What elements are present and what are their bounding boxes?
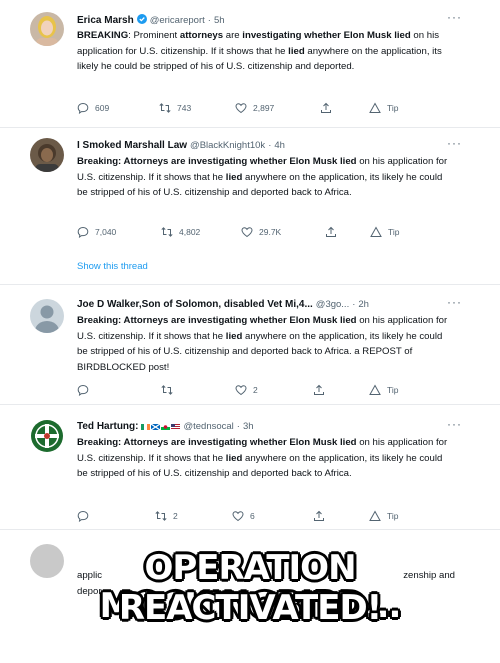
- like-count: 2: [253, 385, 258, 395]
- share-icon: [314, 510, 324, 521]
- avatar[interactable]: [30, 12, 64, 46]
- display-name[interactable]: Ted Hartung:: [77, 421, 138, 432]
- reply-icon: [77, 102, 89, 114]
- avatar[interactable]: [30, 419, 64, 453]
- share-icon: [321, 102, 331, 113]
- more-options-icon[interactable]: ···: [447, 295, 462, 309]
- more-options-icon[interactable]: ···: [447, 417, 462, 431]
- share-button[interactable]: [320, 102, 332, 114]
- tweet-text: Breaking: Attorneys are investigating wh…: [77, 315, 448, 373]
- reply-button[interactable]: 609: [77, 102, 109, 114]
- meme-caption-line-2: REACTIVATED!: [118, 588, 382, 628]
- like-count: 2,897: [253, 103, 275, 113]
- tweet-3[interactable]: Joe D Walker,Son of Solomon, disabled Ve…: [0, 285, 500, 405]
- heart-icon: [232, 511, 244, 522]
- tip-icon: [369, 510, 381, 521]
- display-name[interactable]: Joe D Walker,Son of Solomon, disabled Ve…: [77, 299, 313, 310]
- user-handle[interactable]: @BlackKnight10k: [190, 140, 265, 151]
- reply-icon: [77, 510, 89, 522]
- reply-count: 7,040: [95, 227, 117, 237]
- tip-label: Tip: [387, 103, 399, 113]
- like-button[interactable]: 29.7K: [241, 226, 281, 238]
- tip-button[interactable]: Tip: [369, 384, 399, 396]
- usa-flag-icon: [171, 423, 181, 430]
- retweet-count: 743: [177, 103, 192, 113]
- retweet-icon: [161, 227, 173, 237]
- retweet-icon: [155, 511, 167, 521]
- retweet-button[interactable]: 743: [159, 102, 191, 114]
- retweet-button[interactable]: 4,802: [161, 226, 200, 238]
- show-thread-link[interactable]: Show this thread: [77, 261, 148, 272]
- tweet-actions: 7,040 4,802 29.7K Tip: [77, 226, 407, 242]
- tip-label: Tip: [388, 227, 400, 237]
- reply-button[interactable]: [77, 384, 95, 396]
- verified-badge-icon: [136, 14, 147, 27]
- share-icon: [326, 226, 336, 237]
- tip-button[interactable]: Tip: [369, 510, 399, 522]
- like-count: 6: [250, 511, 255, 521]
- tip-icon: [369, 384, 381, 395]
- retweet-icon: [159, 103, 171, 113]
- share-icon: [314, 384, 324, 395]
- like-button[interactable]: 2,897: [235, 102, 274, 114]
- user-handle[interactable]: @ericareport: [150, 15, 205, 26]
- tip-icon: [369, 102, 381, 113]
- ireland-flag-icon: [141, 423, 151, 430]
- retweet-button[interactable]: [161, 384, 179, 396]
- tweet-1[interactable]: Erica Marsh @ericareport · 5h ··· BREAKI…: [0, 0, 500, 128]
- heart-icon: [235, 103, 247, 114]
- retweet-icon: [161, 385, 173, 395]
- separator-dot: ·: [352, 299, 356, 310]
- flag-emojis: [141, 423, 181, 430]
- scotland-flag-icon: [151, 423, 161, 430]
- reply-count: 609: [95, 103, 110, 113]
- like-button[interactable]: 2: [235, 384, 258, 396]
- reply-button[interactable]: 7,040: [77, 226, 116, 238]
- avatar[interactable]: [30, 299, 64, 333]
- display-name[interactable]: Erica Marsh: [77, 15, 134, 26]
- more-options-icon[interactable]: ···: [447, 136, 462, 150]
- retweet-count: 2: [173, 511, 178, 521]
- share-button[interactable]: [325, 226, 337, 238]
- tip-label: Tip: [387, 385, 399, 395]
- heart-icon: [241, 227, 253, 238]
- reply-icon: [77, 226, 89, 238]
- timestamp[interactable]: 5h: [214, 15, 225, 26]
- timestamp[interactable]: 3h: [243, 421, 254, 432]
- tweet-text: Breaking: Attorneys are investigating wh…: [77, 156, 448, 199]
- timestamp[interactable]: 2h: [358, 299, 369, 310]
- tip-button[interactable]: Tip: [369, 102, 399, 114]
- tweet-actions: 2 Tip: [77, 384, 407, 400]
- tweet-4[interactable]: Ted Hartung: @tednsocal · 3h ··· Breakin…: [0, 405, 500, 530]
- user-handle[interactable]: @tednsocal: [183, 421, 233, 432]
- separator-dot: ·: [236, 421, 240, 432]
- user-handle[interactable]: @3go...: [316, 299, 349, 310]
- tweet-2[interactable]: I Smoked Marshall Law @BlackKnight10k · …: [0, 128, 500, 285]
- heart-icon: [235, 385, 247, 396]
- reply-button[interactable]: [77, 510, 95, 522]
- tweet-text: BREAKING: Prominent attorneys are invest…: [77, 30, 442, 73]
- retweet-count: 4,802: [179, 227, 201, 237]
- like-button[interactable]: 6: [232, 510, 255, 522]
- share-button[interactable]: [313, 510, 325, 522]
- tweet-text: Breaking: Attorneys are investigating wh…: [77, 437, 448, 480]
- retweet-button[interactable]: 2: [155, 510, 178, 522]
- tweet-actions: 2 6 Tip: [77, 510, 407, 526]
- tip-label: Tip: [387, 511, 399, 521]
- avatar[interactable]: [30, 138, 64, 172]
- separator-dot: ·: [268, 140, 272, 151]
- tip-button[interactable]: Tip: [370, 226, 400, 238]
- tip-icon: [370, 226, 382, 237]
- like-count: 29.7K: [259, 227, 282, 237]
- display-name[interactable]: I Smoked Marshall Law: [77, 140, 187, 151]
- wales-flag-icon: [161, 423, 171, 430]
- more-options-icon[interactable]: ···: [447, 10, 462, 24]
- share-button[interactable]: [313, 384, 325, 396]
- tweet-actions: 609 743 2,897 Tip: [77, 102, 407, 118]
- timestamp[interactable]: 4h: [274, 140, 285, 151]
- separator-dot: ·: [207, 15, 211, 26]
- reply-icon: [77, 384, 89, 396]
